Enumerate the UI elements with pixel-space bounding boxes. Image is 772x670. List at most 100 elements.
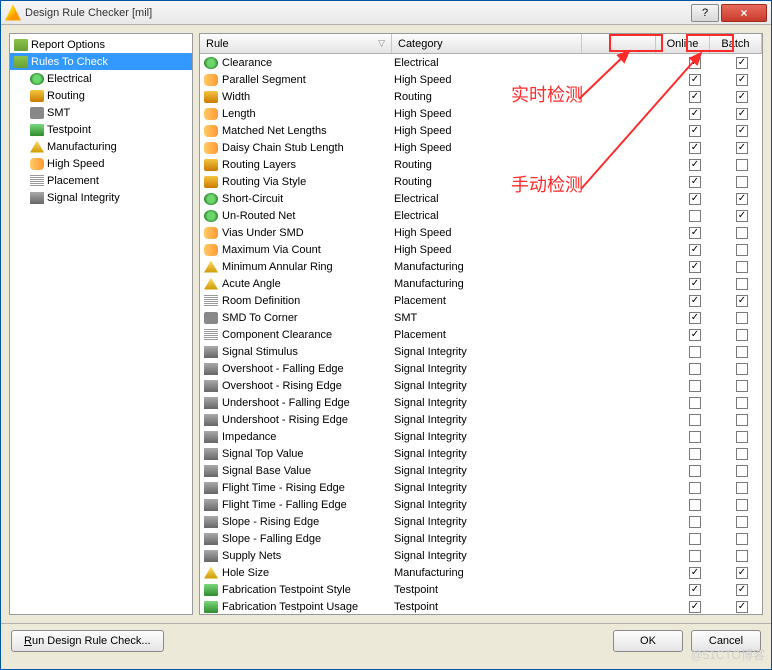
checkbox-batch[interactable] (736, 414, 748, 426)
checkbox-online[interactable] (689, 329, 701, 341)
checkbox-online[interactable] (689, 414, 701, 426)
table-row[interactable]: ClearanceElectrical (200, 54, 762, 71)
checkbox-batch[interactable] (736, 346, 748, 358)
checkbox-online[interactable] (689, 482, 701, 494)
help-button[interactable]: ? (691, 4, 719, 22)
checkbox-batch[interactable] (736, 227, 748, 239)
checkbox-batch[interactable] (736, 448, 748, 460)
tree-item-signal-integrity[interactable]: Signal Integrity (10, 189, 192, 206)
tree-item-smt[interactable]: SMT (10, 104, 192, 121)
checkbox-batch[interactable] (736, 57, 748, 69)
checkbox-online[interactable] (689, 465, 701, 477)
tree-item-testpoint[interactable]: Testpoint (10, 121, 192, 138)
checkbox-batch[interactable] (736, 125, 748, 137)
checkbox-online[interactable] (689, 516, 701, 528)
checkbox-batch[interactable] (736, 601, 748, 613)
table-row[interactable]: Slope - Falling EdgeSignal Integrity (200, 530, 762, 547)
checkbox-online[interactable] (689, 533, 701, 545)
table-row[interactable]: Routing Via StyleRouting (200, 173, 762, 190)
table-row[interactable]: Minimum Annular RingManufacturing (200, 258, 762, 275)
checkbox-online[interactable] (689, 567, 701, 579)
checkbox-batch[interactable] (736, 465, 748, 477)
table-row[interactable]: Vias Under SMDHigh Speed (200, 224, 762, 241)
table-row[interactable]: Signal Base ValueSignal Integrity (200, 462, 762, 479)
checkbox-online[interactable] (689, 584, 701, 596)
tree-item-routing[interactable]: Routing (10, 87, 192, 104)
checkbox-batch[interactable] (736, 295, 748, 307)
close-button[interactable]: × (721, 4, 767, 22)
checkbox-batch[interactable] (736, 431, 748, 443)
table-row[interactable]: Hole SizeManufacturing (200, 564, 762, 581)
checkbox-batch[interactable] (736, 176, 748, 188)
checkbox-online[interactable] (689, 261, 701, 273)
checkbox-batch[interactable] (736, 193, 748, 205)
checkbox-batch[interactable] (736, 516, 748, 528)
checkbox-batch[interactable] (736, 363, 748, 375)
checkbox-online[interactable] (689, 108, 701, 120)
checkbox-batch[interactable] (736, 499, 748, 511)
checkbox-batch[interactable] (736, 533, 748, 545)
table-row[interactable]: Signal Top ValueSignal Integrity (200, 445, 762, 462)
table-row[interactable]: Daisy Chain Stub LengthHigh Speed (200, 139, 762, 156)
column-header-category[interactable]: Category (392, 34, 582, 53)
checkbox-batch[interactable] (736, 261, 748, 273)
checkbox-batch[interactable] (736, 550, 748, 562)
checkbox-batch[interactable] (736, 244, 748, 256)
checkbox-online[interactable] (689, 448, 701, 460)
column-header-rule[interactable]: Rule ▽ (200, 34, 392, 53)
table-row[interactable]: SMD To CornerSMT (200, 309, 762, 326)
checkbox-online[interactable] (689, 227, 701, 239)
table-row[interactable]: Maximum Via CountHigh Speed (200, 241, 762, 258)
checkbox-batch[interactable] (736, 108, 748, 120)
tree-item-high-speed[interactable]: High Speed (10, 155, 192, 172)
checkbox-online[interactable] (689, 74, 701, 86)
ok-button[interactable]: OK (613, 630, 683, 652)
checkbox-batch[interactable] (736, 567, 748, 579)
checkbox-batch[interactable] (736, 380, 748, 392)
checkbox-online[interactable] (689, 499, 701, 511)
tree-item-rules-to-check[interactable]: Rules To Check (10, 53, 192, 70)
tree-item-manufacturing[interactable]: Manufacturing (10, 138, 192, 155)
table-row[interactable]: Fabrication Testpoint StyleTestpoint (200, 581, 762, 598)
checkbox-batch[interactable] (736, 278, 748, 290)
checkbox-batch[interactable] (736, 210, 748, 222)
checkbox-batch[interactable] (736, 159, 748, 171)
checkbox-online[interactable] (689, 142, 701, 154)
checkbox-online[interactable] (689, 346, 701, 358)
checkbox-online[interactable] (689, 550, 701, 562)
checkbox-online[interactable] (689, 363, 701, 375)
cancel-button[interactable]: Cancel (691, 630, 761, 652)
table-row[interactable]: Undershoot - Rising EdgeSignal Integrity (200, 411, 762, 428)
checkbox-online[interactable] (689, 210, 701, 222)
checkbox-batch[interactable] (736, 482, 748, 494)
checkbox-online[interactable] (689, 91, 701, 103)
checkbox-online[interactable] (689, 278, 701, 290)
table-row[interactable]: ImpedanceSignal Integrity (200, 428, 762, 445)
tree-item-placement[interactable]: Placement (10, 172, 192, 189)
table-row[interactable]: Component ClearancePlacement (200, 326, 762, 343)
table-row[interactable]: WidthRouting (200, 88, 762, 105)
table-row[interactable]: Room DefinitionPlacement (200, 292, 762, 309)
checkbox-online[interactable] (689, 57, 701, 69)
checkbox-online[interactable] (689, 295, 701, 307)
checkbox-online[interactable] (689, 312, 701, 324)
tree-item-electrical[interactable]: Electrical (10, 70, 192, 87)
table-row[interactable]: Flight Time - Falling EdgeSignal Integri… (200, 496, 762, 513)
table-row[interactable]: Flight Time - Rising EdgeSignal Integrit… (200, 479, 762, 496)
checkbox-batch[interactable] (736, 584, 748, 596)
checkbox-batch[interactable] (736, 91, 748, 103)
column-header-online[interactable]: Online (656, 34, 710, 53)
checkbox-online[interactable] (689, 380, 701, 392)
checkbox-online[interactable] (689, 159, 701, 171)
checkbox-online[interactable] (689, 125, 701, 137)
run-drc-button[interactable]: Run Design Rule Check... (11, 630, 164, 652)
table-row[interactable]: Undershoot - Falling EdgeSignal Integrit… (200, 394, 762, 411)
grid-body[interactable]: ClearanceElectricalParallel SegmentHigh … (200, 54, 762, 614)
checkbox-batch[interactable] (736, 142, 748, 154)
checkbox-online[interactable] (689, 601, 701, 613)
checkbox-online[interactable] (689, 397, 701, 409)
table-row[interactable]: Acute AngleManufacturing (200, 275, 762, 292)
table-row[interactable]: LengthHigh Speed (200, 105, 762, 122)
checkbox-online[interactable] (689, 244, 701, 256)
checkbox-online[interactable] (689, 193, 701, 205)
